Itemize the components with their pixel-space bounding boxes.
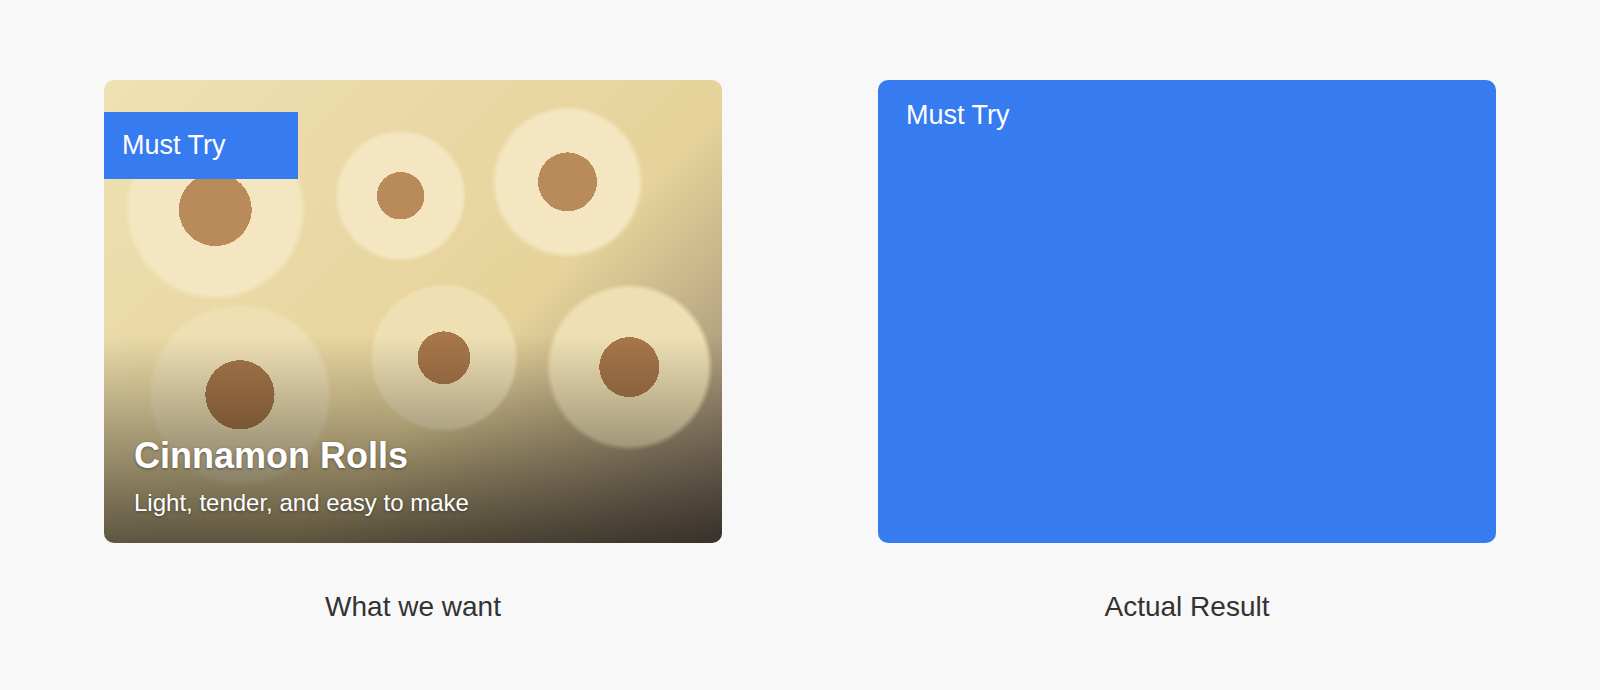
card-info: Cinnamon Rolls Light, tender, and easy t… bbox=[134, 435, 702, 517]
recipe-card[interactable]: Must Try Cinnamon Rolls Light, tender, a… bbox=[104, 80, 722, 543]
card-subtitle: Light, tender, and easy to make bbox=[134, 489, 702, 517]
example-column: Must Try Cinnamon Rolls Light, tender, a… bbox=[104, 80, 722, 690]
badge: Must Try bbox=[878, 80, 1496, 151]
card-title: Cinnamon Rolls bbox=[134, 435, 702, 477]
caption: Actual Result bbox=[1105, 591, 1270, 623]
recipe-card[interactable]: Must Try bbox=[878, 80, 1496, 543]
badge: Must Try bbox=[104, 112, 298, 179]
caption: What we want bbox=[325, 591, 501, 623]
comparison: Must Try Cinnamon Rolls Light, tender, a… bbox=[0, 0, 1600, 690]
example-column: Must Try Actual Result bbox=[878, 80, 1496, 690]
